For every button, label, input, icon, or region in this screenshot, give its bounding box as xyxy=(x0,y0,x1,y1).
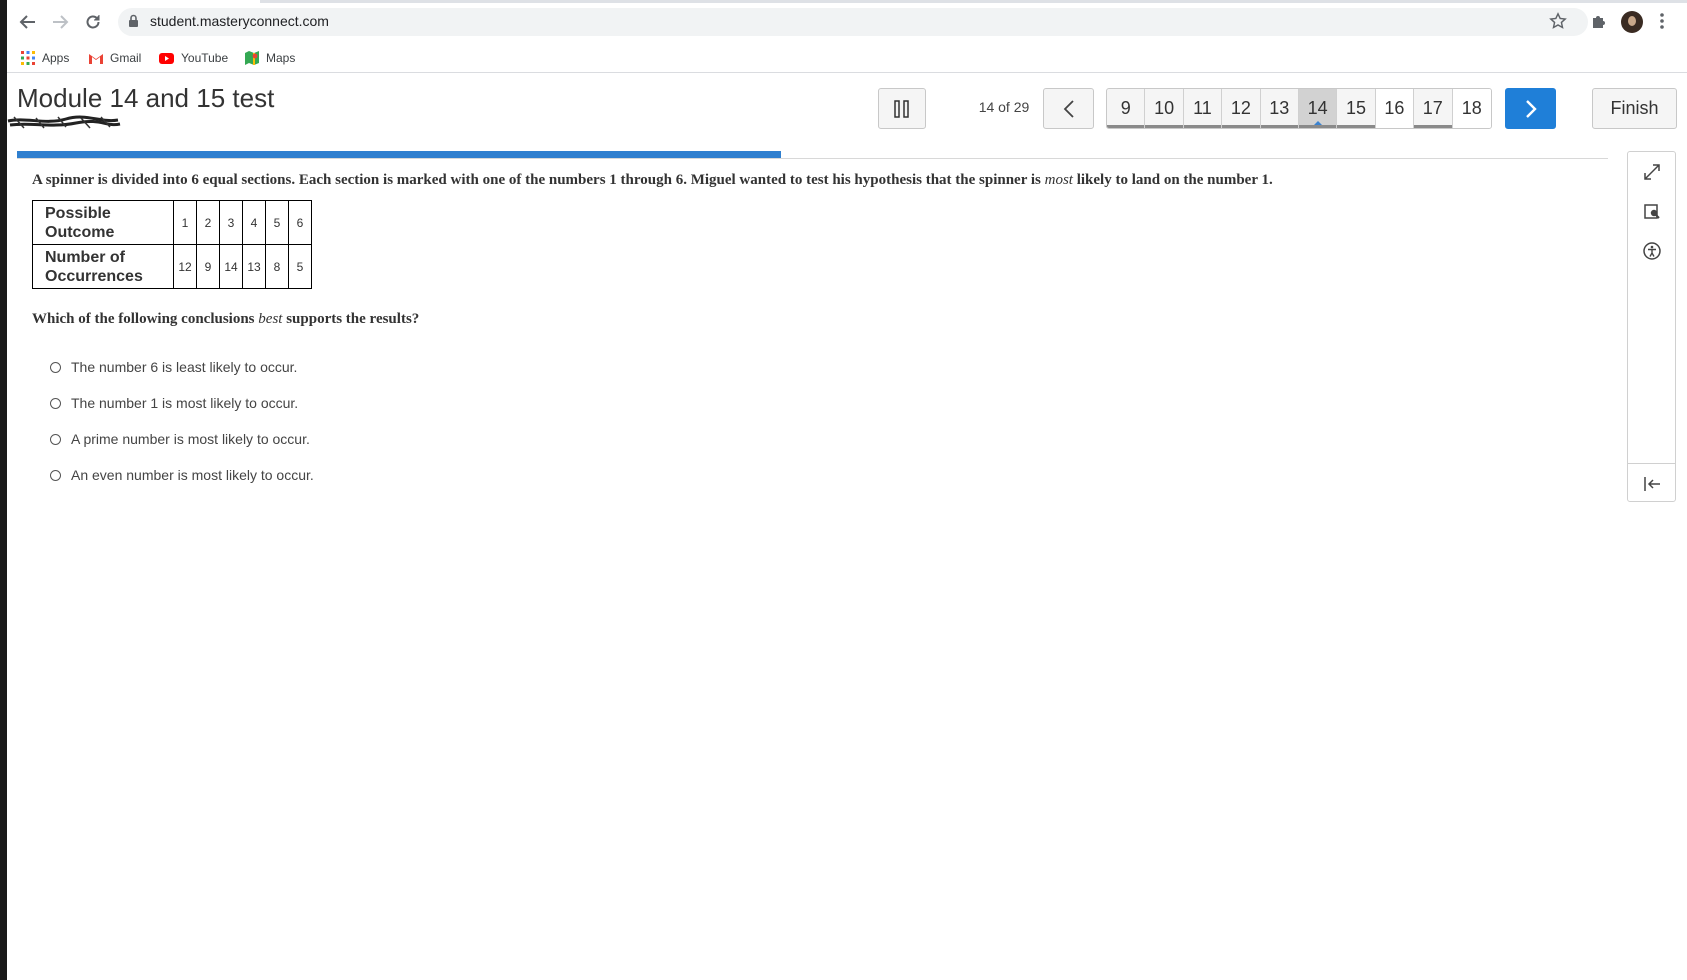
bookmark-label: Gmail xyxy=(110,51,142,65)
bookmark-star-icon[interactable] xyxy=(1549,12,1567,35)
question-number-button[interactable]: 13 xyxy=(1260,89,1299,128)
youtube-icon xyxy=(159,52,174,64)
answer-choice-label: A prime number is most likely to occur. xyxy=(71,431,310,447)
question-navigator: 9 10 11 12 13 14 15 16 17 18 xyxy=(1106,88,1492,129)
profile-avatar[interactable] xyxy=(1621,11,1643,33)
table-row: Possible Outcome 1 2 3 4 5 6 xyxy=(32,200,312,245)
question-number-button[interactable]: 11 xyxy=(1183,89,1223,128)
question-number-button[interactable]: 12 xyxy=(1222,89,1261,128)
expand-icon[interactable] xyxy=(1640,160,1664,184)
radio-button[interactable] xyxy=(50,469,61,481)
apps-grid-icon xyxy=(21,51,35,65)
bookmark-label: YouTube xyxy=(181,51,229,65)
table-cell: 13 xyxy=(242,244,266,289)
collapse-rail-icon[interactable] xyxy=(1640,472,1664,496)
table-cell: 1 xyxy=(173,200,197,245)
bookmark-youtube[interactable]: YouTube xyxy=(159,48,228,68)
table-cell: 14 xyxy=(219,244,243,289)
tool-rail xyxy=(1627,151,1676,502)
browser-toolbar: student.masteryconnect.com xyxy=(0,0,1687,44)
previous-question-button[interactable] xyxy=(1043,88,1094,129)
table-cell: 5 xyxy=(265,200,289,245)
progress-bar xyxy=(17,151,1608,159)
stem-text: likely to land on the number 1. xyxy=(1072,172,1273,188)
row-header: Number of Occurrences xyxy=(32,244,174,289)
chevron-left-icon xyxy=(1063,99,1074,118)
window-edge xyxy=(0,0,7,980)
row-header: Possible Outcome xyxy=(32,200,174,245)
question-number-button[interactable]: 16 xyxy=(1375,89,1415,128)
table-cell: 2 xyxy=(196,200,220,245)
tab-strip-edge xyxy=(260,0,1687,3)
stem-text: A spinner is divided into 6 equal sectio… xyxy=(32,172,1045,188)
maps-icon xyxy=(245,51,259,65)
table-cell: 3 xyxy=(219,200,243,245)
answer-choice-label: The number 1 is most likely to occur. xyxy=(71,395,299,411)
outcome-table: Possible Outcome 1 2 3 4 5 6 Number of Occ… xyxy=(32,200,312,289)
bookmark-label: Apps xyxy=(42,51,70,65)
lock-icon xyxy=(128,14,139,33)
answer-choice-label: The number 6 is least likely to occur. xyxy=(71,359,298,375)
table-cell: 5 xyxy=(288,244,312,289)
back-arrow-icon[interactable] xyxy=(16,10,40,34)
current-question-button[interactable]: 14 xyxy=(1298,89,1338,128)
address-bar[interactable] xyxy=(118,8,1588,36)
question-prompt: Which of the following conclusions best … xyxy=(32,311,420,327)
stem-emphasis: most xyxy=(1044,172,1073,188)
question-number-button[interactable]: 18 xyxy=(1452,89,1491,128)
pause-button[interactable] xyxy=(878,88,926,129)
question-number-button[interactable]: 9 xyxy=(1107,89,1146,128)
question-number-button[interactable]: 10 xyxy=(1145,89,1184,128)
reload-icon[interactable] xyxy=(81,10,105,34)
question-number-button[interactable]: 15 xyxy=(1337,89,1376,128)
bookmark-maps[interactable]: Maps xyxy=(245,48,295,68)
table-cell: 4 xyxy=(242,200,266,245)
answer-choice[interactable]: A prime number is most likely to occur. xyxy=(50,429,310,449)
forward-arrow-icon[interactable] xyxy=(48,10,72,34)
chevron-right-icon xyxy=(1525,99,1537,118)
url-text[interactable]: student.masteryconnect.com xyxy=(150,13,329,29)
finish-button[interactable]: Finish xyxy=(1592,88,1677,129)
accessibility-icon[interactable] xyxy=(1640,239,1664,263)
table-cell: 8 xyxy=(265,244,289,289)
radio-button[interactable] xyxy=(50,361,61,373)
page-title: Module 14 and 15 test xyxy=(17,83,275,113)
answer-choice-label: An even number is most likely to occur. xyxy=(71,467,314,483)
redacted-name-scribble xyxy=(7,115,121,129)
bookmarks-bar: Apps Gmail YouTube Maps xyxy=(0,44,1687,73)
pause-icon xyxy=(894,99,909,118)
answer-choice[interactable]: The number 6 is least likely to occur. xyxy=(50,357,297,377)
radio-button[interactable] xyxy=(50,397,61,409)
answer-choice[interactable]: An even number is most likely to occur. xyxy=(50,465,314,485)
question-number-button[interactable]: 17 xyxy=(1414,89,1453,128)
bookmark-gmail[interactable]: Gmail xyxy=(89,48,141,68)
bookmark-apps[interactable]: Apps xyxy=(21,48,69,68)
table-row: Number of Occurrences 12 9 14 13 8 5 xyxy=(32,244,312,289)
browser-menu-icon[interactable] xyxy=(1659,12,1665,35)
radio-button[interactable] xyxy=(50,433,61,445)
question-counter: 14 of 29 xyxy=(978,99,1030,115)
gmail-icon xyxy=(89,53,103,64)
prompt-emphasis: best xyxy=(258,311,283,327)
table-cell: 6 xyxy=(288,200,312,245)
question-stem: A spinner is divided into 6 equal sectio… xyxy=(32,172,1273,189)
magnifier-icon[interactable] xyxy=(1640,200,1664,224)
bookmark-label: Maps xyxy=(266,51,296,65)
answer-choice[interactable]: The number 1 is most likely to occur. xyxy=(50,393,298,413)
progress-bar-fill xyxy=(17,151,781,158)
table-cell: 9 xyxy=(196,244,220,289)
next-question-button[interactable] xyxy=(1505,88,1556,129)
table-cell: 12 xyxy=(173,244,197,289)
rail-divider xyxy=(1628,463,1675,464)
extensions-puzzle-icon[interactable] xyxy=(1590,12,1608,35)
